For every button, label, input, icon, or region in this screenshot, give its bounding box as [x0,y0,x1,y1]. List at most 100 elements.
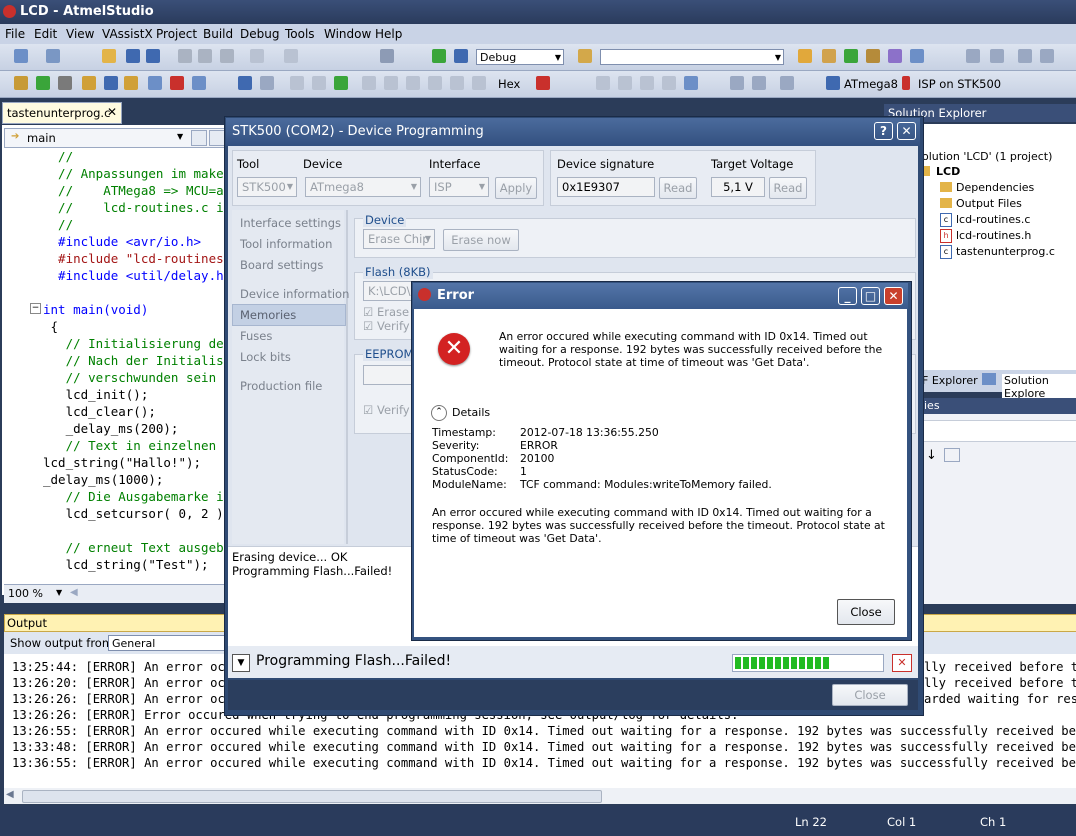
tool-f-icon[interactable] [910,49,924,63]
memory-icon[interactable] [730,76,744,90]
copy-icon[interactable] [198,49,212,63]
erase-mode-select[interactable]: Erase Chip ▼ [363,229,435,249]
tool-5-icon[interactable] [104,76,118,90]
maximize-button[interactable]: □ [861,287,880,305]
solution-root[interactable]: olution 'LCD' (1 project) [922,150,1052,163]
menu-file[interactable]: File [5,27,25,41]
window-1-icon[interactable] [596,76,610,90]
nav-board-settings[interactable]: Board settings [240,258,323,272]
add-item-icon[interactable] [46,49,60,63]
save-icon[interactable] [126,49,140,63]
window-5-icon[interactable] [684,76,698,90]
search-combo[interactable]: ▼ [600,49,784,65]
eeprom-verify-checkbox[interactable]: ☑ Verify [363,403,410,417]
tool-1-icon[interactable] [14,76,28,90]
zoom-level[interactable]: 100 % [8,587,43,600]
interface-select[interactable]: ISP ▼ [429,177,489,197]
tree-item-output[interactable]: Output Files [956,197,1022,210]
window-4-icon[interactable] [662,76,676,90]
menu-tools[interactable]: Tools [285,27,315,41]
uncomment-icon[interactable] [1040,49,1054,63]
navigate-icon[interactable] [209,130,225,146]
menu-view[interactable]: View [66,27,94,41]
error-close-window-button[interactable]: ✕ [884,287,903,305]
read-signature-button[interactable]: Read [659,177,697,199]
tool-b-icon[interactable] [822,49,836,63]
nav-memories[interactable]: Memories [240,308,296,322]
paste-icon[interactable] [220,49,234,63]
collapse-icon[interactable]: − [30,303,41,314]
tool-3-icon[interactable] [58,76,72,90]
apply-button[interactable]: Apply [495,177,537,199]
scroll-left-icon[interactable]: ◀ [70,587,78,598]
tool-2-icon[interactable] [36,76,50,90]
tool-4-icon[interactable] [82,76,96,90]
menu-edit[interactable]: Edit [34,27,57,41]
window-2-icon[interactable] [618,76,632,90]
nav-device-information[interactable]: Device information [240,287,349,301]
scrollbar-thumb[interactable] [22,790,602,803]
details-toggle[interactable]: Details [452,406,490,419]
redo-icon[interactable] [284,49,298,63]
menu-build[interactable]: Build [203,27,233,41]
scroll-left-icon[interactable]: ◀ [6,789,14,800]
device-select[interactable]: ATmega8 ▼ [305,177,421,197]
find-icon[interactable] [380,49,394,63]
nav-interface-settings[interactable]: Interface settings [240,216,341,230]
tool-d-icon[interactable] [866,49,880,63]
tool-select[interactable]: STK500 ▼ [237,177,297,197]
verify-checkbox[interactable]: ☑ Verify [363,319,410,333]
breakpoint-icon[interactable] [536,76,550,90]
show-next-icon[interactable] [450,76,464,90]
chevron-up-icon[interactable]: ⌃ [431,405,447,421]
indent-icon[interactable] [966,49,980,63]
config-select[interactable]: Debug ▼ [476,49,564,65]
sort-icon[interactable]: ↓ [926,448,937,463]
minimize-button[interactable]: _ [838,287,857,305]
continue-icon[interactable] [334,76,348,90]
function-navigator[interactable]: ➔ main ▼ [4,128,226,148]
restart-icon[interactable] [290,76,304,90]
save-all-icon[interactable] [146,49,160,63]
tree-item-dependencies[interactable]: Dependencies [956,181,1034,194]
run-to-icon[interactable] [428,76,442,90]
tree-item-tastenunterprog[interactable]: tastenunterprog.c [956,245,1055,258]
tool-9-icon[interactable] [192,76,206,90]
break-icon[interactable] [238,76,252,90]
step-icon[interactable] [454,49,468,63]
stop-icon[interactable] [260,76,274,90]
menu-project[interactable]: Project [156,27,197,41]
menu-debug[interactable]: Debug [240,27,279,41]
device-close-button[interactable]: Close [832,684,908,706]
spell-icon[interactable] [170,76,184,90]
close-window-button[interactable]: ✕ [897,122,916,140]
tab-solution-explorer[interactable]: Solution Explore [1002,374,1076,400]
project-node[interactable]: LCD [936,165,960,178]
close-icon[interactable]: ✕ [107,105,117,119]
erase-now-button[interactable]: Erase now [443,229,519,251]
hex-toggle[interactable]: Hex [498,77,520,91]
menu-help[interactable]: Help [375,27,402,41]
help-button[interactable]: ? [874,122,893,140]
cut-icon[interactable] [178,49,192,63]
tab-explorer[interactable]: F Explorer [922,374,978,387]
registers-icon[interactable] [752,76,766,90]
undo-icon[interactable] [250,49,264,63]
sync-icon[interactable] [191,130,207,146]
properties-selector[interactable] [920,420,1076,442]
window-3-icon[interactable] [640,76,654,90]
nav-fuses[interactable]: Fuses [240,329,272,343]
step-out-icon[interactable] [406,76,420,90]
tool-a-icon[interactable] [798,49,812,63]
io-icon[interactable] [780,76,794,90]
horizontal-scrollbar[interactable]: ◀ [4,788,1076,804]
step-over-icon[interactable] [362,76,376,90]
nav-lock-bits[interactable]: Lock bits [240,350,291,364]
nav-production-file[interactable]: Production file [240,379,322,393]
chevron-down-icon[interactable]: ▼ [56,588,62,597]
outdent-icon[interactable] [990,49,1004,63]
cancel-icon[interactable]: ✕ [892,654,912,672]
comment-icon[interactable] [1018,49,1032,63]
tool-6-icon[interactable] [124,76,138,90]
new-project-icon[interactable] [14,49,28,63]
